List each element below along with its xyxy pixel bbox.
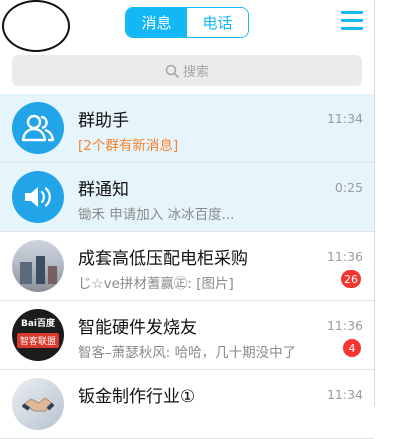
conversation-preview: [2个群有新消息] (78, 138, 179, 154)
group-logo-avatar: Bai百度 智客联盟 (12, 309, 64, 361)
search-placeholder: 搜索 (182, 65, 209, 80)
handshake-avatar (12, 378, 64, 430)
conversation-group-notice[interactable]: 群通知 锄禾 申请加入 冰冰百度... 0:25 (0, 163, 374, 232)
right-margin (374, 0, 399, 406)
search-bar[interactable]: 搜索 (12, 55, 362, 86)
conversation-preview: 智客–萧瑟秋风: 哈哈，几十期没中了 (78, 345, 297, 361)
conversation-time: 11:36 (326, 249, 363, 264)
tab-calls[interactable]: 电话 (187, 8, 248, 37)
speaker-icon (12, 171, 64, 223)
group-photo-avatar (12, 240, 64, 292)
hamburger-menu-icon[interactable] (341, 11, 363, 31)
conversation-group-assistant[interactable]: 群助手 [2个群有新消息] 11:34 (0, 94, 374, 163)
conversation-preview: 锄禾 申请加入 冰冰百度... (78, 207, 235, 223)
conversation-time: 0:25 (334, 180, 363, 195)
avatar-logo-subtext: 智客联盟 (16, 333, 59, 348)
unread-badge: 26 (341, 270, 361, 288)
conversation-title: 成套高低压配电柜采购 (78, 249, 248, 269)
conversation-title: 钣金制作行业① (78, 387, 196, 407)
conversation-list: 群助手 [2个群有新消息] 11:34 群通知 锄禾 申请加入 冰冰百度... … (0, 94, 374, 439)
conversation-title: 智能硬件发烧友 (78, 318, 197, 338)
tab-messages[interactable]: 消息 (126, 8, 187, 37)
profile-avatar[interactable] (2, 0, 70, 52)
group-assistant-icon (12, 102, 64, 154)
conversation-title: 群助手 (78, 111, 129, 131)
message-call-switch: 消息 电话 (125, 7, 249, 38)
avatar-logo-text: Bai百度 (20, 319, 56, 329)
search-icon (165, 64, 179, 78)
unread-badge: 4 (343, 339, 361, 357)
conversation-title: 群通知 (78, 180, 129, 200)
top-bar: 消息 电话 (0, 0, 374, 52)
conversation-sheet-metal[interactable]: 钣金制作行业① 11:34 (0, 370, 374, 439)
conversation-smart-hardware[interactable]: Bai百度 智客联盟 智能硬件发烧友 智客–萧瑟秋风: 哈哈，几十期没中了 11… (0, 301, 374, 370)
conversation-switchgear-procurement[interactable]: 成套高低压配电柜采购 じ☆ve拼材蓍赢㊣: [图片] 11:36 26 (0, 232, 374, 301)
conversation-time: 11:34 (326, 387, 363, 402)
right-edge-line (374, 0, 375, 406)
conversation-preview: じ☆ve拼材蓍赢㊣: [图片] (78, 276, 234, 292)
conversation-time: 11:36 (326, 318, 363, 333)
conversation-time: 11:34 (326, 111, 363, 126)
